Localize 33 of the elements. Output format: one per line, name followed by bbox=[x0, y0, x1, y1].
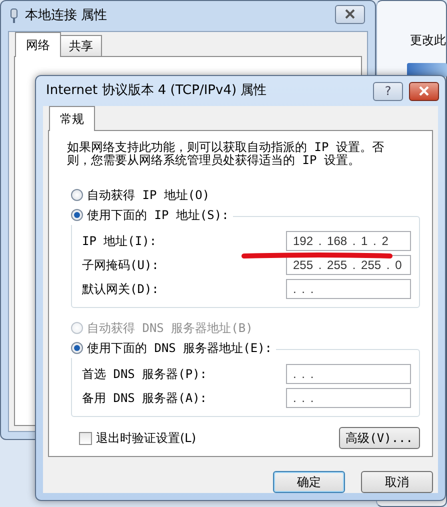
radio-label[interactable]: 自动获得 IP 地址(O) bbox=[87, 186, 210, 204]
field-label: IP 地址(I): bbox=[82, 233, 157, 250]
ip-address-field[interactable]: . . . bbox=[286, 279, 411, 299]
window-title: 本地连接 属性 bbox=[25, 7, 108, 26]
radio-label[interactable]: 使用下面的 DNS 服务器地址(E): bbox=[87, 339, 272, 357]
dialog-button[interactable]: 取消 bbox=[361, 471, 433, 493]
toolbar-text: 更改此 bbox=[410, 32, 446, 49]
field-label: 默认网关(D): bbox=[82, 281, 159, 298]
close-button[interactable] bbox=[335, 4, 365, 24]
ip-address-field[interactable]: . . . bbox=[286, 364, 411, 384]
radio-label[interactable]: 使用下面的 IP 地址(S): bbox=[87, 206, 229, 224]
radio-button[interactable] bbox=[71, 209, 83, 221]
field-label: 备用 DNS 服务器(A): bbox=[82, 390, 208, 407]
radio-button[interactable] bbox=[71, 189, 83, 201]
advanced-button[interactable]: 高级(V)... bbox=[338, 427, 420, 449]
ip-address-field[interactable]: 192 . 168 . 1 . 2 bbox=[286, 231, 411, 251]
connection-icon bbox=[9, 8, 19, 24]
help-button[interactable]: ? bbox=[373, 82, 403, 100]
description-text: 如果网络支持此功能，则可以获取自动指派的 IP 设置。否则，您需要从网络系统管理员处获得适当的 IP 设置。 bbox=[67, 141, 385, 167]
checkbox[interactable] bbox=[79, 432, 92, 444]
dialog-button[interactable]: 确定 bbox=[273, 471, 345, 493]
tab[interactable]: 网络 bbox=[15, 32, 61, 57]
field-label: 子网掩码(U): bbox=[82, 257, 159, 274]
tab[interactable]: 共享 bbox=[60, 35, 102, 56]
checkbox-label[interactable]: 退出时验证设置(L) bbox=[96, 429, 196, 447]
radio-button[interactable] bbox=[71, 342, 83, 354]
dialog-title: Internet 协议版本 4 (TCP/IPv4) 属性 bbox=[46, 82, 268, 100]
close-icon bbox=[344, 9, 356, 19]
tab[interactable]: 常规 bbox=[49, 106, 95, 131]
ip-address-field[interactable]: . . . bbox=[286, 388, 411, 408]
close-button[interactable] bbox=[409, 82, 439, 100]
field-label: 首选 DNS 服务器(P): bbox=[82, 366, 208, 383]
close-icon bbox=[418, 86, 430, 96]
